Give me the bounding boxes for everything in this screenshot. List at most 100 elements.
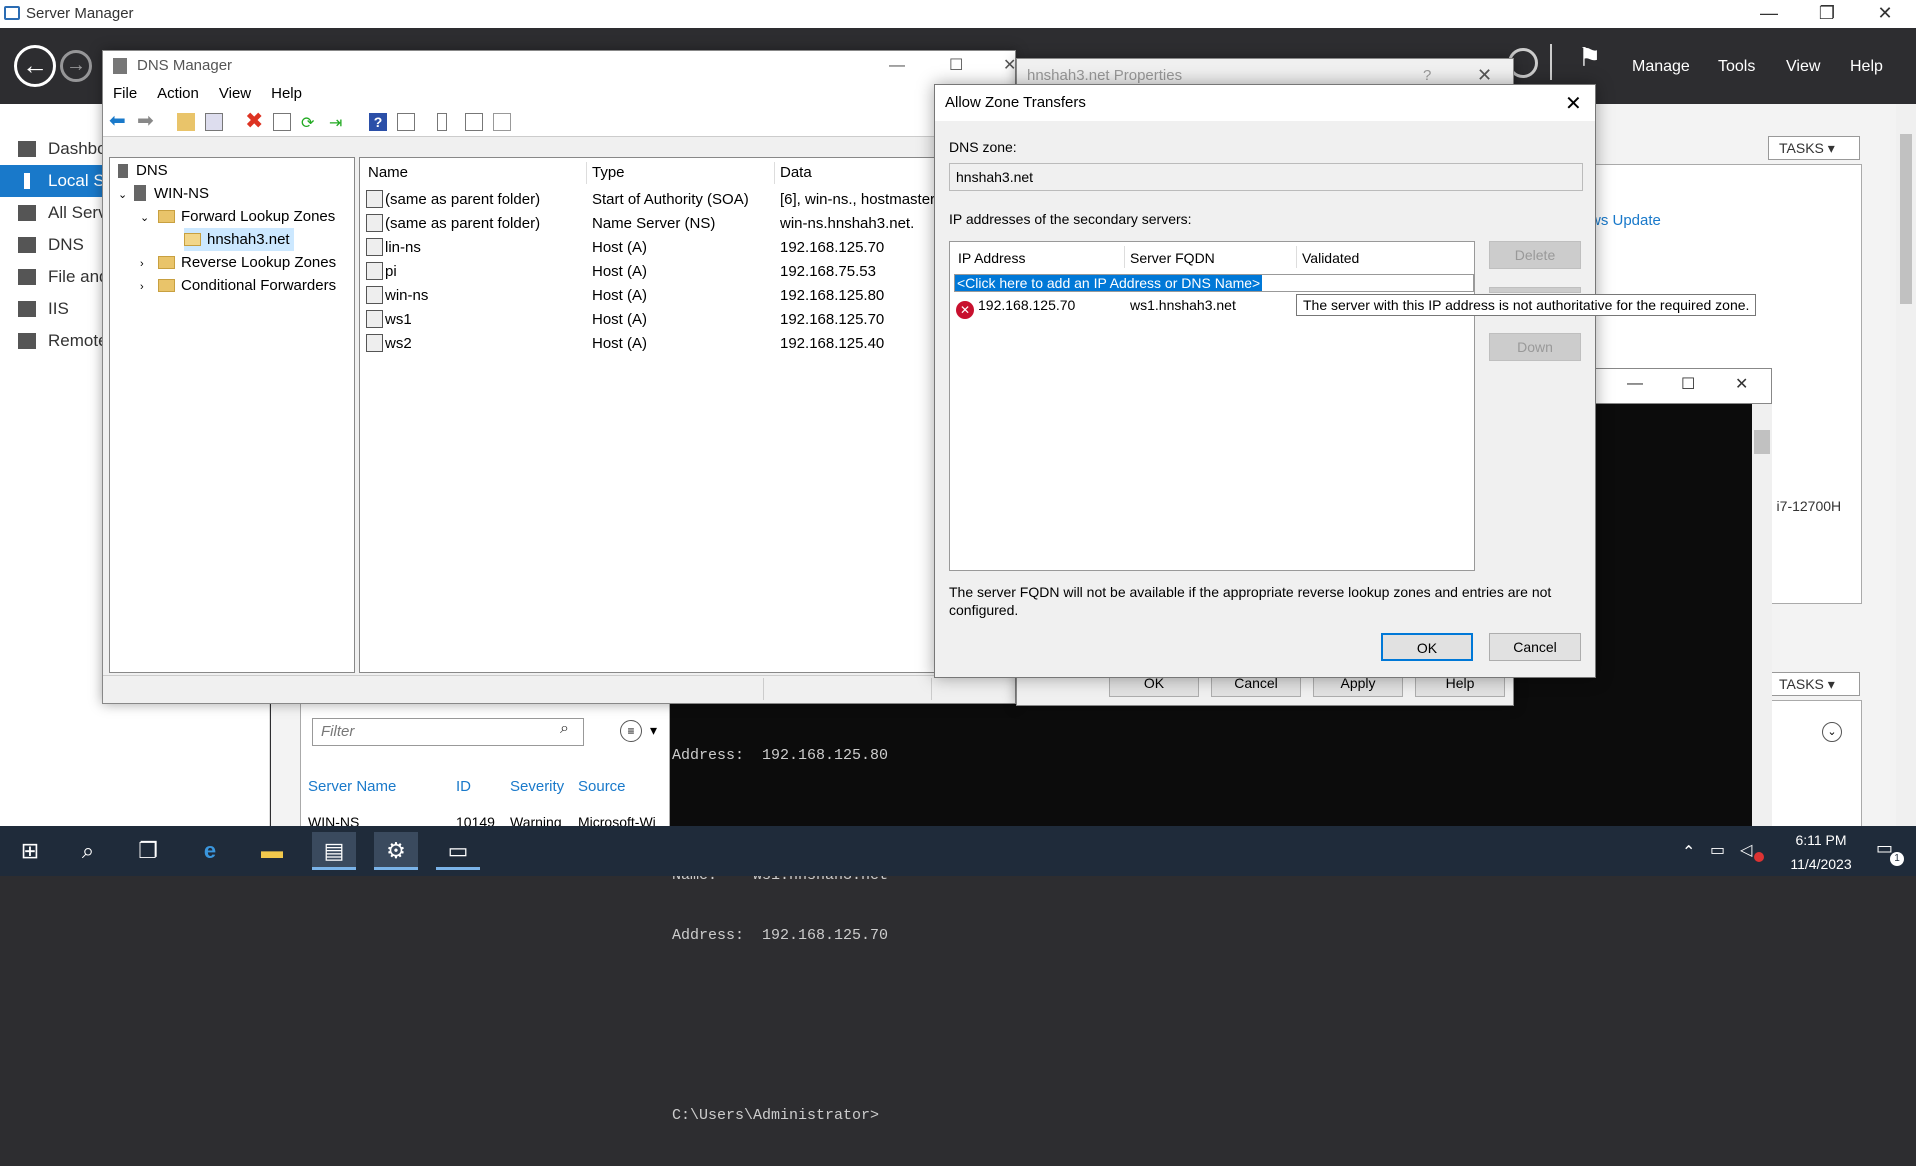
records-icon[interactable] [493,113,511,131]
console-minimize-button[interactable]: — [1627,375,1643,393]
properties-close-button[interactable]: ✕ [1477,65,1492,86]
tree-node-conditional-forwarders[interactable]: › Conditional Forwarders [140,274,336,297]
col-header-validated[interactable]: Validated [1302,250,1359,266]
console-scroll-thumb[interactable] [1754,430,1770,454]
console-maximize-button[interactable]: ☐ [1681,374,1695,394]
command-prompt-taskbar-icon[interactable]: ▭ [436,832,480,870]
folder-icon [158,256,175,269]
properties-help-button[interactable]: ? [1423,67,1431,84]
server-manager-taskbar-icon[interactable]: ▤ [312,832,356,870]
dns-menu-view[interactable]: View [209,81,261,106]
delete-icon[interactable]: ✖ [245,110,263,132]
flag-icon[interactable]: ⚑ [1578,42,1601,73]
internet-explorer-icon[interactable]: e [188,832,232,870]
menu-tools[interactable]: Tools [1718,58,1755,76]
tasks-dropdown-events[interactable]: TASKS ▾ [1768,672,1860,696]
task-view-icon[interactable]: ❐ [126,832,170,870]
start-windows-icon[interactable]: ⊞ [8,832,52,870]
export-icon[interactable]: ⇥ [329,113,347,132]
table-row[interactable]: pi Host (A) 192.168.75.53 [366,260,1016,284]
expand-icon[interactable]: ⌄ [1822,722,1842,742]
tree-node-zone[interactable]: hnshah3.net [184,228,294,251]
tree-node-win-ns[interactable]: ⌄ WIN-NS [118,182,209,205]
table-row[interactable]: (same as parent folder) Start of Authorit… [366,188,1016,212]
table-row[interactable]: ws2 Host (A) 192.168.125.40 [366,332,1016,356]
forward-arrow-icon[interactable]: ➡ [137,111,155,131]
record-icon[interactable] [465,113,483,131]
volume-icon[interactable]: ◁ [1740,840,1752,860]
back-arrow-icon[interactable]: ← [14,45,56,87]
minimize-button[interactable]: — [1746,2,1792,26]
menu-help[interactable]: Help [1850,58,1883,76]
table-row[interactable]: (same as parent folder) Name Server (NS) w… [366,212,1016,236]
events-row[interactable]: WIN-NS 10149 Warning Microsoft-Wi [308,816,668,826]
filter-input[interactable]: Filter [312,718,584,746]
refresh-icon[interactable]: ⟳ [301,113,319,132]
col-header-name[interactable]: Name [368,158,408,188]
forward-arrow-icon[interactable]: → [60,50,92,82]
console-close-button[interactable]: ✕ [1735,374,1748,394]
restore-button[interactable]: ❐ [1804,2,1850,26]
table-row[interactable]: ✕ 192.168.125.70 ws1.hnshah3.net [956,294,1296,319]
console-scrollbar[interactable] [1752,404,1772,826]
events-col-server-name[interactable]: Server Name [308,778,396,795]
tree-node-forward-lookup-zones[interactable]: ⌄ Forward Lookup Zones [140,205,335,228]
dns-menu-help[interactable]: Help [261,81,312,106]
events-col-severity[interactable]: Severity [510,778,564,795]
col-header-data[interactable]: Data [780,158,812,188]
dns-close-button[interactable]: ✕ [1003,51,1016,81]
table-row[interactable]: lin-ns Host (A) 192.168.125.70 [366,236,1016,260]
events-col-source[interactable]: Source [578,778,626,795]
table-row[interactable]: ws1 Host (A) 192.168.125.70 [366,308,1016,332]
chevron-up-icon[interactable]: ⌃ [1682,842,1695,862]
menu-manage[interactable]: Manage [1632,58,1690,76]
chevron-right-icon[interactable]: › [140,253,158,276]
server-manager-title: Server Manager [26,5,134,22]
up-button[interactable] [1489,287,1581,293]
show-hide-tree-icon[interactable] [205,113,223,131]
scroll-thumb[interactable] [1900,134,1912,304]
search-icon[interactable]: ⌕ [66,832,110,870]
tasks-dropdown-top[interactable]: TASKS ▾ [1768,136,1860,160]
server-manager-titlebar: Server Manager — ❐ ✕ [0,0,1916,28]
servers-icon [18,205,36,221]
back-arrow-icon[interactable]: ⬅ [109,111,127,131]
dns-maximize-button[interactable]: ☐ [949,51,963,81]
add-entry-row[interactable]: <Click here to add an IP Address or DNS … [954,274,1474,292]
server-icon[interactable] [437,113,447,131]
chevron-down-icon[interactable]: ⌄ [118,184,134,207]
chevron-down-icon[interactable]: ⌄ [140,207,158,230]
file-explorer-icon[interactable]: ▬ [250,832,294,870]
dns-menu-action[interactable]: Action [147,81,209,106]
main-scrollbar[interactable] [1896,104,1916,826]
list-options-icon[interactable]: ≡ [620,720,642,742]
dns-manager-taskbar-icon[interactable]: ⚙ [374,832,418,870]
col-header-fqdn[interactable]: Server FQDN [1130,250,1215,266]
properties-icon[interactable] [273,113,291,131]
col-header-type[interactable]: Type [592,158,625,188]
down-button[interactable]: Down [1489,333,1581,361]
network-icon[interactable]: ▭ [1710,840,1725,860]
clock-time[interactable]: 6:11 PM [1778,832,1864,848]
cancel-button[interactable]: Cancel [1489,633,1581,661]
chevron-down-icon[interactable]: ▾ [650,722,657,739]
close-button[interactable]: ✕ [1862,2,1908,26]
view-icon[interactable] [397,113,415,131]
search-icon[interactable]: ⌕ [560,720,569,738]
chevron-right-icon[interactable]: › [140,276,158,299]
tree-node-dns[interactable]: DNS [118,159,168,182]
windows-update-link[interactable]: ws Update [1590,212,1661,229]
tree-node-reverse-lookup-zones[interactable]: › Reverse Lookup Zones [140,251,336,274]
dns-minimize-button[interactable]: — [889,51,905,81]
clock-date[interactable]: 11/4/2023 [1778,856,1864,872]
help-icon[interactable]: ? [369,113,387,131]
delete-button[interactable]: Delete [1489,241,1581,269]
events-col-id[interactable]: ID [456,778,471,795]
ok-button[interactable]: OK [1381,633,1473,661]
col-header-ip[interactable]: IP Address [958,250,1025,266]
dialog-close-button[interactable]: ✕ [1565,91,1582,116]
up-folder-icon[interactable] [177,113,195,131]
dns-menu-file[interactable]: File [103,81,147,106]
menu-view[interactable]: View [1786,58,1820,76]
table-row[interactable]: win-ns Host (A) 192.168.125.80 [366,284,1016,308]
